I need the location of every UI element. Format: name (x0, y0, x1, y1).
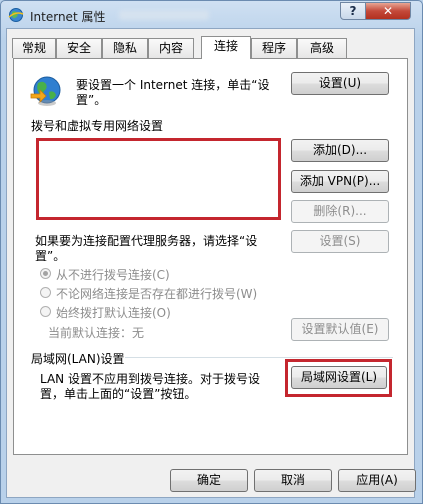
dialup-section-title: 拨号和虚拟专用网络设置 (31, 119, 164, 133)
window-title: Internet 属性 (30, 10, 106, 24)
lan-text-line2: 置，单击上面的“设置”按钮。 (40, 387, 197, 401)
internet-options-icon (8, 8, 24, 22)
tab-connections[interactable]: 连接 (201, 36, 251, 59)
add-connection-button[interactable]: 添加(D)... (291, 139, 389, 162)
lan-section-divider (125, 357, 393, 358)
delete-connection-button[interactable]: 删除(R)... (291, 200, 389, 223)
radio-always-dial-label: 始终拨打默认连接(O) (56, 306, 171, 320)
apply-button[interactable]: 应用(A) (338, 469, 416, 492)
cancel-button[interactable]: 取消 (254, 469, 332, 492)
lan-settings-highlight (285, 359, 392, 397)
tab-privacy[interactable]: 隐私 (102, 38, 148, 58)
proxy-text-line1: 如果要为连接配置代理服务器，请选择“设 (35, 234, 258, 248)
radio-never-dial[interactable] (40, 268, 51, 279)
radio-always-dial[interactable] (40, 306, 51, 317)
set-default-button[interactable]: 设置默认值(E) (291, 318, 389, 341)
blurred-title-region (119, 10, 209, 20)
close-button[interactable]: ✕ (365, 2, 411, 20)
tab-general[interactable]: 常规 (12, 38, 56, 58)
radio-dial-when-no-network[interactable] (40, 287, 51, 298)
setup-text-line2: 置”。 (76, 93, 107, 107)
title-bar[interactable]: Internet 属性 ? ✕ (1, 1, 422, 29)
tab-advanced[interactable]: 高级 (297, 38, 347, 58)
connections-listbox[interactable] (36, 138, 281, 220)
proxy-text-line2: 置”。 (35, 249, 66, 263)
tab-programs[interactable]: 程序 (251, 38, 297, 58)
tab-security[interactable]: 安全 (56, 38, 102, 58)
tab-content[interactable]: 内容 (148, 38, 194, 58)
current-default-connection: 当前默认连接：无 (48, 326, 145, 340)
dialup-settings-button[interactable]: 设置(S) (291, 230, 389, 253)
radio-dial-when-no-network-label: 不论网络连接是否存在都进行拨号(W) (56, 287, 258, 301)
radio-never-dial-label: 从不进行拨号连接(C) (56, 268, 170, 282)
lan-section-title: 局域网(LAN)设置 (31, 352, 125, 366)
add-vpn-button[interactable]: 添加 VPN(P)... (291, 170, 389, 193)
ok-button[interactable]: 确定 (170, 469, 248, 492)
globe-network-icon (30, 76, 61, 106)
setup-button[interactable]: 设置(U) (291, 72, 389, 95)
help-button[interactable]: ? (340, 2, 366, 20)
